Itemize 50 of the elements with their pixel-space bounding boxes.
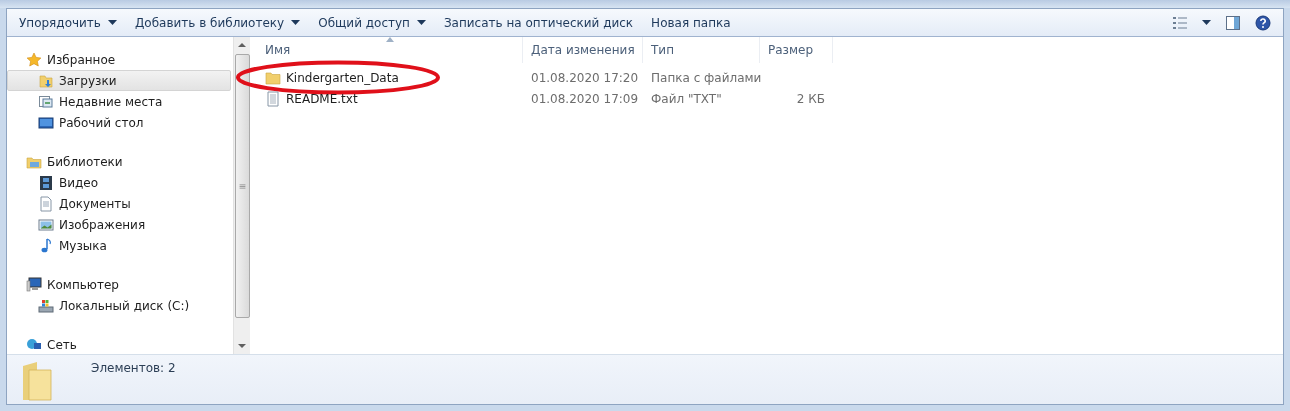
toolbar-button[interactable]: Добавить в библиотеку (127, 12, 312, 33)
preview-pane-icon[interactable] (1225, 14, 1241, 31)
computer-icon (26, 276, 42, 293)
toolbar-button[interactable]: Упорядочить (12, 12, 128, 33)
grip-icon (237, 183, 247, 189)
star-icon (26, 51, 42, 68)
nav-item[interactable]: Компьютер (7, 274, 231, 295)
column-header[interactable]: Дата изменения (523, 37, 643, 63)
nav-item[interactable]: Библиотеки (7, 151, 231, 172)
caret-icon (107, 20, 117, 25)
toolbar-button[interactable]: Новая папка (644, 12, 742, 33)
view-list-icon[interactable] (1172, 14, 1188, 31)
scrollbar-thumb[interactable] (234, 54, 250, 318)
help-icon[interactable] (1255, 14, 1271, 31)
toolbar-button[interactable]: Записать на оптический диск (436, 12, 645, 33)
picture-icon (38, 216, 54, 233)
caret-icon (416, 20, 426, 25)
nav-item[interactable]: Рабочий стол (7, 112, 231, 133)
film-icon (38, 174, 54, 191)
disk-drive-icon (38, 297, 54, 314)
type-cell-text: Файл "TXT" (650, 91, 723, 106)
text-file-icon (265, 90, 281, 107)
folder-icon (21, 360, 53, 402)
size-cell-text: 2 КБ (795, 91, 826, 106)
folder-download-icon (38, 72, 54, 89)
nav-item[interactable]: Документы (7, 193, 231, 214)
nav-item[interactable]: Музыка (7, 235, 231, 256)
type-cell-text: Папка с файлами (650, 70, 760, 85)
nav-item[interactable]: Избранное (7, 49, 231, 70)
nav-item[interactable]: Видео (7, 172, 231, 193)
nav-item[interactable]: Изображения (7, 214, 231, 235)
nav-item[interactable]: Недавние места (7, 91, 231, 112)
date-cell-text: 01.08.2020 17:20 (530, 70, 640, 85)
recent-places-icon (38, 93, 54, 110)
nav-item[interactable]: Локальный диск (C:) (7, 295, 231, 316)
file-name[interactable]: README.txt (257, 90, 523, 107)
toolbar-button[interactable]: Общий доступ (311, 12, 437, 33)
column-header[interactable]: Размер (760, 37, 833, 63)
date-cell-text: 01.08.2020 17:09 (530, 91, 640, 106)
desktop-icon (38, 114, 54, 131)
folder-icon (265, 69, 281, 86)
caret-icon[interactable] (1202, 20, 1211, 25)
item-count: Элементов: 2 (91, 361, 176, 375)
column-header[interactable]: Тип (643, 37, 760, 63)
column-header[interactable]: Имя (257, 37, 523, 63)
nav-item[interactable]: Загрузки (7, 70, 231, 91)
caret-icon (291, 20, 301, 25)
file-name[interactable]: Kindergarten_Data (257, 69, 523, 86)
document-icon (38, 195, 54, 212)
nav-item[interactable]: Сеть (7, 334, 231, 354)
